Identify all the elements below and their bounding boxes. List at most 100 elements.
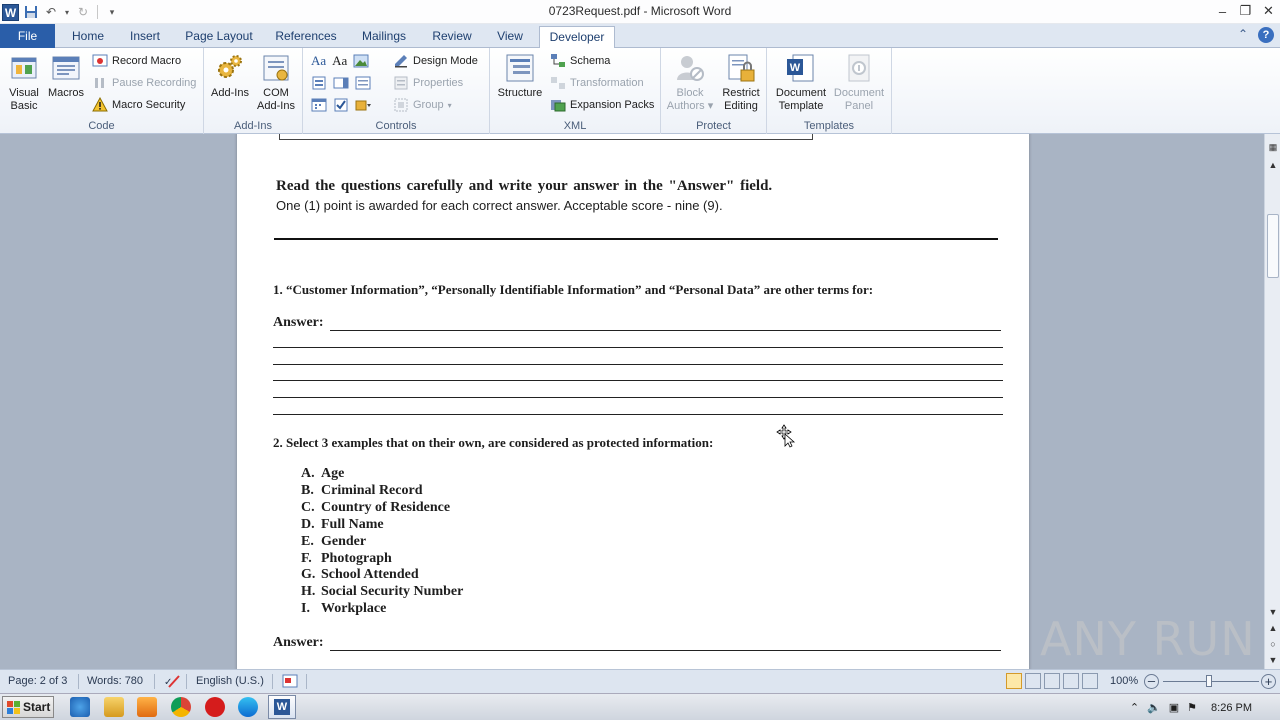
schema-button[interactable]: Schema [550,52,610,70]
add-ins-button[interactable]: Add-Ins [208,52,252,100]
answer-1-field[interactable] [273,322,1003,415]
tab-home[interactable]: Home [62,26,114,48]
tab-file[interactable]: File [0,24,55,48]
restore-icon[interactable]: ❐ [1234,0,1257,22]
document-template-button[interactable]: W Document Template [771,52,831,113]
block-authors-button[interactable]: Block Authors ▾ [665,52,715,113]
start-button[interactable]: Start [2,696,54,718]
list-item: G. School Attended [301,567,419,583]
show-hidden-icons-icon[interactable]: ⌃ [1130,701,1139,714]
building-block-control-icon[interactable] [311,75,327,91]
zoom-level[interactable]: 100% [1110,675,1138,687]
structure-button[interactable]: Structure [496,52,544,100]
help-icon[interactable]: ? [1258,27,1274,43]
language[interactable]: English (U.S.) [196,675,264,687]
group-button[interactable]: Group ▾ [393,96,452,114]
list-item: I. Workplace [301,601,387,617]
opera-icon[interactable] [205,697,225,717]
move-cursor-icon [776,424,796,451]
ruler-toggle-icon[interactable]: ▦ [1265,142,1280,153]
scroll-up-icon[interactable]: ▲ [1265,160,1280,170]
list-item: H. Social Security Number [301,584,464,600]
answer-2-line[interactable] [330,650,1001,651]
tab-page-layout[interactable]: Page Layout [178,26,260,48]
file-explorer-icon[interactable] [104,697,124,717]
properties-button[interactable]: Properties [393,74,463,92]
print-layout-view-icon[interactable] [1006,673,1022,689]
tab-developer[interactable]: Developer [539,26,615,49]
close-icon[interactable]: ✕ [1257,0,1280,22]
com-add-ins-button[interactable]: COM Add-Ins [254,52,298,113]
draft-view-icon[interactable] [1082,673,1098,689]
record-macro-button[interactable]: Record Macro [92,52,181,70]
start-label: Start [23,700,51,714]
design-mode-button[interactable]: Design Mode [393,52,478,70]
tab-references[interactable]: References [268,26,344,48]
block-authors-label: Block Authors ▾ [666,87,714,112]
plain-text-control-icon[interactable]: Aa [332,53,347,69]
group-code: Visual Basic Macros Record Macro Pause R… [0,48,204,134]
macro-record-status-icon[interactable] [282,674,298,691]
action-center-flag-icon[interactable]: ⚑ [1187,701,1197,714]
clock[interactable]: 8:26 PM [1211,702,1252,714]
pause-recording-button[interactable]: Pause Recording [92,74,196,92]
zoom-in-icon[interactable]: + [1261,674,1276,689]
internet-explorer-icon[interactable] [70,697,90,717]
zoom-slider-thumb[interactable] [1206,675,1212,687]
media-player-icon[interactable] [137,697,157,717]
minimize-icon[interactable]: – [1211,0,1234,22]
rich-text-control-icon[interactable]: Aa [311,53,326,69]
drop-down-list-control-icon[interactable] [355,75,371,91]
previous-page-icon[interactable]: ▲ [1265,623,1280,633]
gears-icon [214,52,246,84]
legacy-tools-icon[interactable] [355,97,371,113]
warning-icon [92,96,108,113]
previous-table-box [279,134,813,140]
answer-1-line [273,380,1003,381]
word-taskbar-button[interactable]: W [268,695,296,719]
document-page[interactable]: Read the questions carefully and write y… [237,134,1029,669]
expansion-packs-icon [550,97,566,113]
combo-box-control-icon[interactable] [333,75,349,91]
zoom-slider[interactable] [1163,675,1259,687]
windows-logo-icon [7,700,20,714]
tab-insert[interactable]: Insert [120,26,170,48]
vertical-scrollbar[interactable]: ▦ ▲ ▼ ▲ ○ ▼ [1264,134,1280,669]
full-screen-reading-view-icon[interactable] [1025,673,1041,689]
document-panel-button[interactable]: Document Panel [831,52,887,113]
web-layout-view-icon[interactable] [1044,673,1060,689]
restrict-editing-button[interactable]: Restrict Editing [717,52,765,113]
controls-row-1: Aa Aa [311,52,369,70]
page-count[interactable]: Page: 2 of 3 [8,675,67,687]
date-picker-control-icon[interactable] [311,97,327,113]
outline-view-icon[interactable] [1063,673,1079,689]
check-box-control-icon[interactable] [333,97,349,113]
edge-icon[interactable] [238,697,258,717]
volume-icon[interactable]: 🔈 [1147,701,1161,714]
list-item: A. Age [301,466,345,481]
add-ins-label: Add-Ins [211,87,249,99]
visual-basic-icon [8,52,40,84]
title-bar: W ↶ ▾ ↻ ▾ 0723Request.pdf - Microsoft Wo… [0,0,1280,24]
word-count[interactable]: Words: 780 [87,675,143,687]
visual-basic-button[interactable]: Visual Basic [4,52,44,113]
tab-view[interactable]: View [488,26,532,48]
minimize-ribbon-icon[interactable]: ⌃ [1238,27,1248,43]
tab-review[interactable]: Review [424,26,480,48]
expansion-packs-button[interactable]: Expansion Packs [550,96,654,114]
tab-mailings[interactable]: Mailings [352,26,416,48]
macros-button[interactable]: Macros [46,52,86,100]
zoom-out-icon[interactable]: – [1144,674,1159,689]
network-icon[interactable]: ▣ [1169,701,1179,714]
next-page-icon[interactable]: ▼ [1265,655,1280,665]
ribbon-developer: Visual Basic Macros Record Macro Pause R… [0,48,1280,134]
proofing-icon[interactable]: ✓ [163,673,181,692]
status-separator [186,674,187,689]
scroll-down-icon[interactable]: ▼ [1265,607,1280,617]
transformation-button[interactable]: Transformation [550,74,644,92]
browse-object-icon[interactable]: ○ [1265,639,1280,649]
macro-security-button[interactable]: Macro Security [92,96,185,114]
picture-control-icon[interactable] [353,53,369,69]
scroll-thumb[interactable] [1267,214,1279,278]
chrome-icon[interactable] [171,697,191,717]
